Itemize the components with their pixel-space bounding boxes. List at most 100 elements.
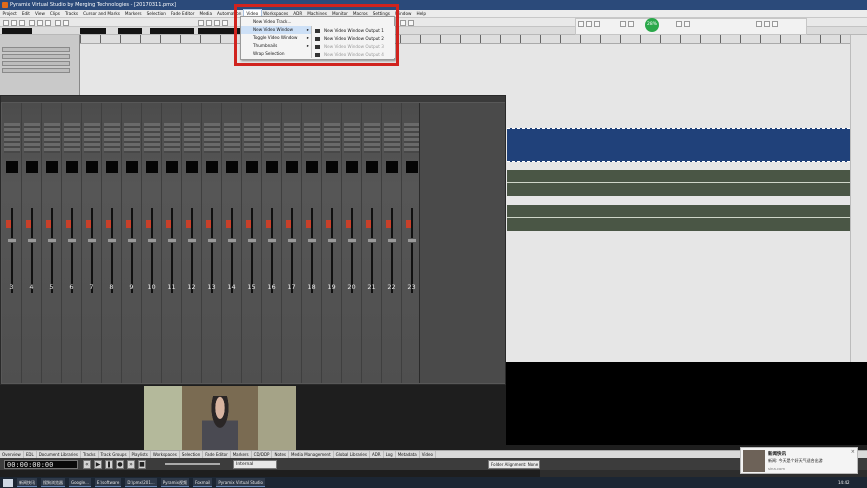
tab-track-groups[interactable]: Track Groups [99, 451, 130, 458]
split-icon[interactable] [408, 19, 414, 26]
input-slot[interactable] [326, 161, 338, 173]
taskbar-app[interactable]: 新闻快讯 [17, 478, 37, 487]
sync-icon[interactable] [684, 20, 690, 27]
fader-knob[interactable] [87, 238, 97, 243]
input-slot[interactable] [26, 161, 38, 173]
menu-selection[interactable]: Selection [144, 10, 168, 17]
audio-clip[interactable] [507, 170, 850, 196]
mixer-strip[interactable]: 21 [362, 103, 382, 383]
input-slot[interactable] [366, 161, 378, 173]
vertical-scrollbar[interactable] [850, 35, 867, 362]
fader-knob[interactable] [327, 238, 337, 243]
mixer-strip[interactable]: 18 [302, 103, 322, 383]
fader-knob[interactable] [27, 238, 37, 243]
input-slot[interactable] [66, 161, 78, 173]
tab-playlists[interactable]: Playlists [130, 451, 151, 458]
menu-clips[interactable]: Clips [47, 10, 62, 17]
tab-edl[interactable]: EDL [24, 451, 37, 458]
fader-knob[interactable] [107, 238, 117, 243]
pause-icon[interactable]: ❚ [105, 460, 113, 469]
mixer-strip[interactable]: 16 [262, 103, 282, 383]
layout-icon[interactable] [756, 20, 762, 27]
video-preview-window[interactable] [144, 386, 296, 450]
zoom-out-icon[interactable] [206, 19, 212, 26]
folder-alignment-select[interactable]: Folder Alignment: None [488, 460, 540, 469]
notification-popup[interactable]: 新闻快讯 新闻: 今天是个好天气适合出游 sina.com × [740, 447, 858, 474]
taskbar-app[interactable]: Foxmail [192, 478, 213, 487]
input-slot[interactable] [306, 161, 318, 173]
fader-knob[interactable] [227, 238, 237, 243]
fader-knob[interactable] [407, 238, 417, 243]
mixer-strip[interactable]: 9 [122, 103, 142, 383]
fader-knob[interactable] [247, 238, 257, 243]
in-point-field[interactable] [80, 28, 106, 34]
paste-icon[interactable] [45, 19, 51, 26]
fader-knob[interactable] [267, 238, 277, 243]
video-clip[interactable] [507, 128, 850, 162]
fader-knob[interactable] [287, 238, 297, 243]
out-point-field[interactable] [118, 28, 142, 34]
open-project-icon[interactable] [11, 19, 17, 26]
snap-icon[interactable] [620, 20, 626, 27]
mixer-strip[interactable]: 20 [342, 103, 362, 383]
tab-fade-editor[interactable]: Fade Editor [203, 451, 231, 458]
tab-workspaces[interactable]: Workspaces [151, 451, 180, 458]
trim-icon[interactable] [400, 19, 406, 26]
mixer-strip[interactable]: 3 [2, 103, 22, 383]
input-slot[interactable] [126, 161, 138, 173]
fader-knob[interactable] [347, 238, 357, 243]
tab-selection[interactable]: Selection [180, 451, 204, 458]
mixer-strip[interactable]: 14 [222, 103, 242, 383]
input-slot[interactable] [266, 161, 278, 173]
tab-cd-ddp[interactable]: CD/DDP [252, 451, 273, 458]
input-slot[interactable] [166, 161, 178, 173]
track-header-row[interactable] [2, 47, 70, 52]
track-header-row[interactable] [2, 54, 70, 59]
mixer-strip[interactable]: 19 [322, 103, 342, 383]
undo-icon[interactable] [55, 19, 61, 26]
input-slot[interactable] [286, 161, 298, 173]
menu-help[interactable]: Help [414, 10, 429, 17]
windows-start-icon[interactable] [3, 478, 13, 487]
lock-icon[interactable] [772, 20, 778, 27]
input-slot[interactable] [226, 161, 238, 173]
mixer-strip[interactable]: 11 [162, 103, 182, 383]
menu-markers[interactable]: Markers [122, 10, 144, 17]
pencil-icon[interactable] [222, 19, 228, 26]
tab-video[interactable]: Video [420, 451, 436, 458]
mixer-strip[interactable]: 4 [22, 103, 42, 383]
menu-project[interactable]: Project [0, 10, 19, 17]
fader-knob[interactable] [307, 238, 317, 243]
meter-icon[interactable] [676, 20, 682, 27]
fader-knob[interactable] [47, 238, 57, 243]
input-slot[interactable] [186, 161, 198, 173]
timeline-ruler[interactable] [80, 35, 867, 44]
input-slot[interactable] [86, 161, 98, 173]
tab-metadata[interactable]: Metadata [396, 451, 420, 458]
menu-view[interactable]: View [32, 10, 47, 17]
mixer-strip[interactable]: 7 [82, 103, 102, 383]
cut-icon[interactable] [29, 19, 35, 26]
menu-fade-editor[interactable]: Fade Editor [168, 10, 197, 17]
record-icon[interactable]: ● [116, 460, 124, 469]
tab-markers[interactable]: Markers [231, 451, 252, 458]
taskbar-app[interactable]: Pyramix视频 [160, 478, 189, 487]
fader-knob[interactable] [67, 238, 77, 243]
fader-knob[interactable] [167, 238, 177, 243]
fader-knob[interactable] [147, 238, 157, 243]
system-clock[interactable]: 14:42 [838, 478, 850, 487]
menu-tracks[interactable]: Tracks [62, 10, 80, 17]
tab-adr[interactable]: ADR [370, 451, 384, 458]
track-header-row[interactable] [2, 68, 70, 73]
mixer-strip[interactable]: 15 [242, 103, 262, 383]
input-slot[interactable] [406, 161, 418, 173]
taskbar-app[interactable]: 搜狗浏览器 [41, 478, 65, 487]
punch-icon[interactable] [594, 20, 600, 27]
input-slot[interactable] [206, 161, 218, 173]
fader-knob[interactable] [127, 238, 137, 243]
master-bus-section[interactable] [419, 103, 505, 383]
rewind-icon[interactable]: « [83, 460, 91, 469]
fast-forward-icon[interactable]: » [127, 460, 135, 469]
mixer-strip[interactable]: 12 [182, 103, 202, 383]
audio-clip[interactable] [507, 205, 850, 231]
